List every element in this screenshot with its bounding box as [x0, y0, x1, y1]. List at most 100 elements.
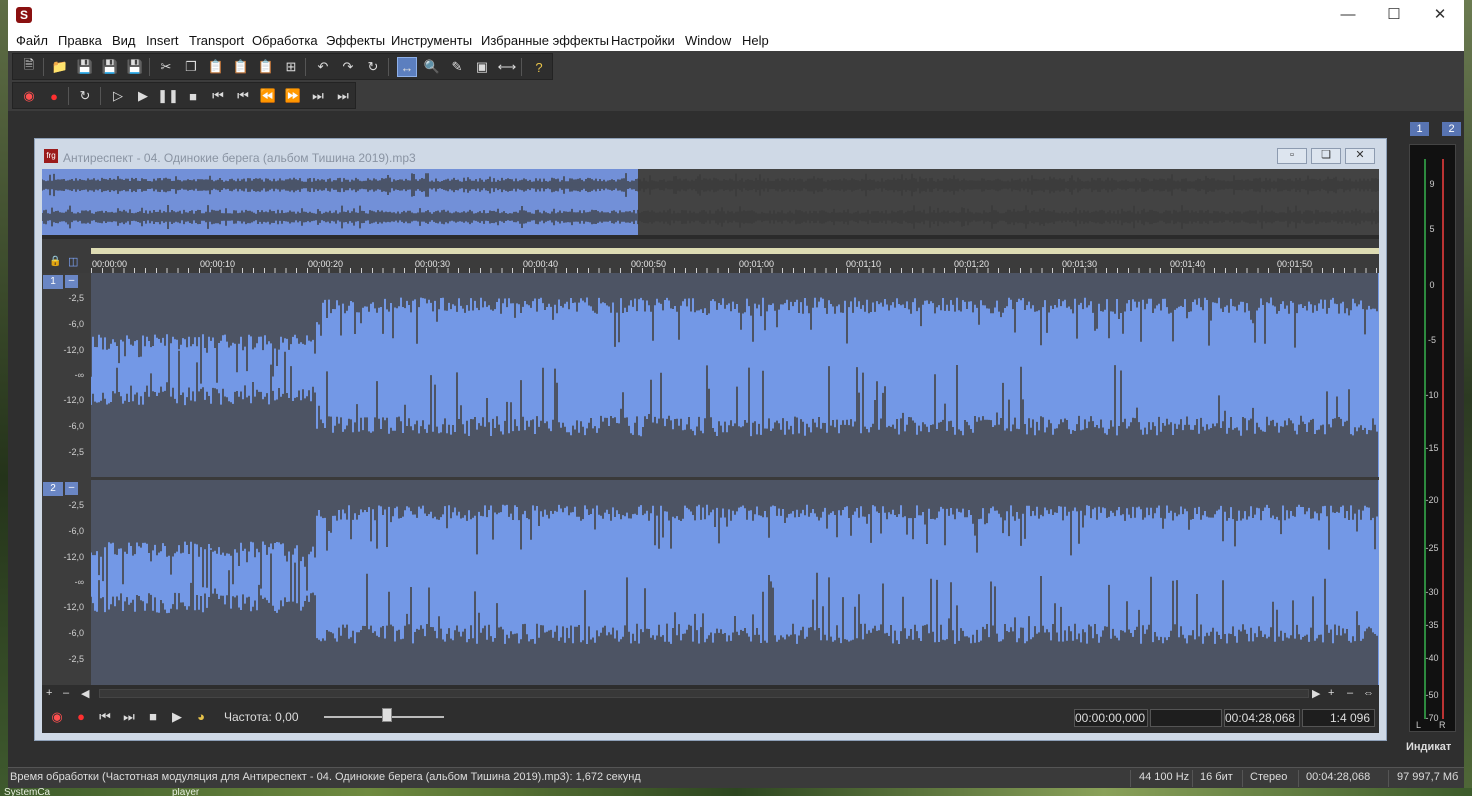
desktop-icon-label[interactable]: player — [172, 787, 199, 796]
marker-icon[interactable]: ◫ — [68, 255, 78, 268]
selection-field[interactable] — [1150, 709, 1222, 727]
menu-transport[interactable]: Transport — [189, 33, 244, 48]
select-region-icon[interactable]: ▣ — [472, 57, 492, 77]
paste-icon[interactable]: 📋 — [206, 57, 226, 77]
channel-2-button[interactable]: 2 — [43, 482, 63, 496]
cut-icon[interactable]: ✂ — [156, 57, 176, 77]
menu-effects[interactable]: Эффекты — [326, 33, 385, 48]
paste-mix-icon[interactable]: 📋 — [231, 57, 251, 77]
play-from-start-icon[interactable]: ▷ — [108, 86, 128, 106]
menu-settings[interactable]: Настройки — [611, 33, 675, 48]
record-settings-icon[interactable]: ◉ — [19, 86, 39, 106]
meter-scale — [1424, 159, 1444, 719]
status-free-space: 97 997,7 Мб — [1397, 771, 1459, 783]
meter-tab-2[interactable]: 2 — [1442, 122, 1461, 136]
rewind-icon[interactable]: ⏪ — [258, 86, 278, 106]
close-button[interactable]: ✕ — [1417, 0, 1463, 30]
copy-icon[interactable]: ❐ — [181, 57, 201, 77]
selection-tool-icon[interactable]: ↔ — [397, 57, 417, 77]
desktop-icon-label[interactable]: SystemCa — [4, 787, 50, 796]
go-to-start-icon[interactable]: ⏮ — [208, 86, 228, 106]
paste-new-icon[interactable]: 📋 — [256, 57, 276, 77]
app-logo-icon[interactable]: S — [16, 7, 32, 23]
menu-window[interactable]: Window — [685, 33, 731, 48]
menu-tools[interactable]: Инструменты — [391, 33, 472, 48]
pencil-tool-icon[interactable]: ✎ — [447, 57, 467, 77]
go-to-end-icon[interactable]: ⏭ — [333, 86, 353, 106]
toolbar-separator — [521, 58, 522, 76]
doc-close-button[interactable]: ✕ — [1345, 148, 1375, 164]
zoom-in-vertical-button[interactable]: + — [46, 687, 52, 699]
menu-help[interactable]: Help — [742, 33, 769, 48]
selection-strip[interactable] — [91, 248, 1379, 254]
zoom-out-vertical-button[interactable]: – — [63, 687, 69, 699]
zoom-in-button[interactable]: + — [1328, 687, 1334, 699]
db-label: -6,0 — [68, 319, 84, 329]
speaker-icon[interactable]: ◕ — [193, 709, 209, 725]
save-all-icon[interactable]: 💾 — [125, 57, 145, 77]
scroll-right-button[interactable]: ▶ — [1312, 687, 1320, 700]
minimize-button[interactable]: — — [1325, 0, 1371, 30]
scrollbar-track[interactable] — [99, 689, 1309, 698]
length-field[interactable]: 00:04:28,068 — [1224, 709, 1300, 727]
menu-edit[interactable]: Правка — [58, 33, 102, 48]
new-file-icon[interactable]: 🗎 — [19, 57, 39, 77]
channel-1-collapse-button[interactable]: – — [65, 275, 78, 288]
snap-icon[interactable]: ⟷ — [497, 57, 517, 77]
menu-file[interactable]: Файл — [16, 33, 48, 48]
undo-icon[interactable]: ↶ — [313, 57, 333, 77]
save-icon[interactable]: 💾 — [75, 57, 95, 77]
fast-forward-icon[interactable]: ⏩ — [283, 86, 303, 106]
play-icon[interactable]: ▶ — [133, 86, 153, 106]
record-settings-icon[interactable]: ◉ — [49, 709, 65, 725]
meter-tab-1[interactable]: 1 — [1410, 122, 1429, 136]
db-label: -∞ — [74, 577, 84, 587]
menu-view[interactable]: Вид — [112, 33, 136, 48]
record-icon[interactable]: ● — [73, 709, 89, 725]
doc-minimize-button[interactable]: ▫ — [1277, 148, 1307, 164]
go-to-end-icon[interactable]: ⏭ — [121, 709, 137, 725]
menu-process[interactable]: Обработка — [252, 33, 318, 48]
repeat-icon[interactable]: ↻ — [363, 57, 383, 77]
open-folder-icon[interactable]: 📁 — [50, 57, 70, 77]
channel-2-collapse-button[interactable]: – — [65, 482, 78, 495]
toolbar-separator — [388, 58, 389, 76]
zoom-ratio-field[interactable]: 1:4 096 — [1302, 709, 1375, 727]
menu-insert[interactable]: Insert — [146, 33, 179, 48]
redo-icon[interactable]: ↷ — [338, 57, 358, 77]
scroll-left-button[interactable]: ◀ — [81, 687, 89, 700]
overview-wave — [42, 173, 1379, 229]
zoom-tool-icon[interactable]: 🔍 — [422, 57, 442, 77]
stop-icon[interactable]: ■ — [145, 709, 161, 725]
maximize-button[interactable]: ☐ — [1371, 0, 1417, 30]
main-toolbar: 🗎 📁 💾 💾 💾 ✂ ❐ 📋 📋 📋 ⊞ ↶ ↷ ↻ ↔ 🔍 ✎ ▣ ⟷ ? — [12, 53, 553, 80]
db-label: -6,0 — [68, 421, 84, 431]
stop-icon[interactable]: ■ — [183, 86, 203, 106]
record-icon[interactable]: ● — [44, 86, 64, 106]
doc-restore-button[interactable]: ❏ — [1311, 148, 1341, 164]
menu-favorite-effects[interactable]: Избранные эффекты — [481, 33, 609, 48]
go-to-start-icon[interactable]: ⏮ — [97, 709, 113, 725]
frequency-slider-thumb[interactable] — [382, 708, 392, 722]
waveform-area[interactable] — [91, 273, 1379, 685]
help-pointer-icon[interactable]: ? — [529, 57, 549, 77]
ruler-label: 00:01:40 — [1170, 259, 1206, 269]
previous-marker-icon[interactable]: ⏮ — [233, 86, 253, 106]
editor-area: 🔒 ◫ 00:00:00 00:00:10 00:00:20 00:00:30 … — [42, 169, 1379, 733]
lock-icon[interactable]: 🔒 — [49, 256, 61, 267]
zoom-out-button[interactable]: – — [1347, 687, 1353, 699]
zoom-fit-button[interactable]: ⇔ — [1363, 687, 1374, 699]
horizontal-scrollbar[interactable]: + – ◀ ▶ + – ⇔ — [42, 685, 1379, 702]
crop-icon[interactable]: ⊞ — [281, 57, 301, 77]
meter-scale-label: -10 — [1425, 390, 1439, 400]
position-field[interactable]: 00:00:00,000 — [1074, 709, 1148, 727]
overview-waveform[interactable] — [42, 169, 1379, 235]
time-ruler[interactable]: 🔒 ◫ 00:00:00 00:00:10 00:00:20 00:00:30 … — [42, 239, 1379, 273]
save-as-icon[interactable]: 💾 — [100, 57, 120, 77]
loop-icon[interactable]: ↻ — [75, 86, 95, 106]
play-icon[interactable]: ▶ — [169, 709, 185, 725]
channel-1-button[interactable]: 1 — [43, 275, 63, 289]
pause-icon[interactable]: ❚❚ — [157, 86, 179, 106]
desktop-left-edge — [0, 0, 8, 796]
next-marker-icon[interactable]: ⏭ — [308, 86, 328, 106]
